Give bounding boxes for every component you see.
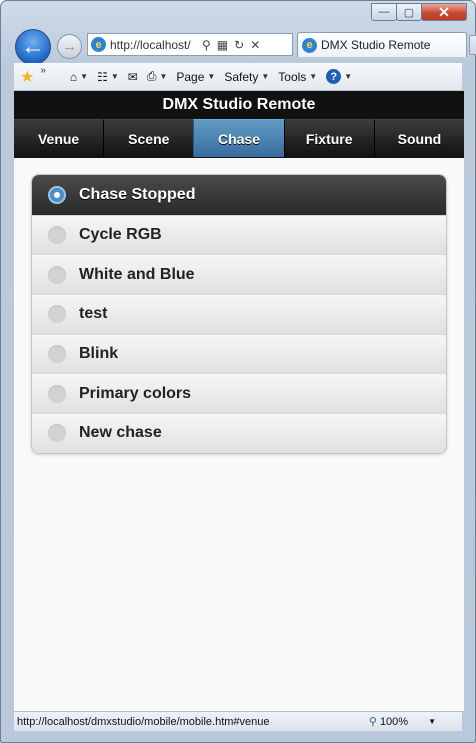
app-title: DMX Studio Remote (14, 91, 464, 119)
command-bar: ★ » ⌂ ▼ ☷ ▼ ✉ ⎙ ▼ Page ▼ Safety ▼ Tools ▼ ? ▼ (14, 63, 462, 91)
nav-tab-scene[interactable]: Scene (103, 119, 194, 157)
mail-icon: ✉ (127, 69, 138, 84)
chase-item-label: Chase Stopped (79, 185, 196, 203)
compatibility-view-icon[interactable]: ▦ (217, 38, 228, 52)
browser-window: — ▢ ✕ ← → e http://localhost/ ⚲ ▦ ↻ ✕ e … (0, 0, 476, 743)
safety-menu-label: Safety (224, 69, 259, 84)
home-button[interactable]: ⌂ ▼ (70, 70, 88, 84)
tools-menu[interactable]: Tools ▼ (278, 70, 317, 84)
new-tab-button[interactable] (469, 35, 476, 55)
zoom-level: 100% (379, 715, 409, 728)
help-dropdown-icon: ▼ (344, 72, 353, 81)
radio-icon[interactable] (48, 424, 66, 443)
maximize-button[interactable]: ▢ (396, 3, 422, 21)
page-dropdown-icon: ▼ (207, 72, 216, 81)
status-bar: http://localhost/dmxstudio/mobile/mobile… (14, 711, 462, 731)
chase-item-label: Cycle RGB (79, 226, 162, 244)
app-navbar: Venue Scene Chase Fixture Sound (14, 119, 464, 158)
navigation-row: ← → e http://localhost/ ⚲ ▦ ↻ ✕ e DMX St… (13, 29, 476, 65)
chase-item-label: New chase (79, 424, 162, 442)
window-controls: — ▢ ✕ (371, 3, 467, 21)
mail-button[interactable]: ✉ (128, 70, 138, 84)
radio-icon[interactable] (48, 305, 66, 324)
forward-arrow-icon: → (62, 38, 77, 55)
refresh-icon[interactable]: ↻ (234, 38, 244, 52)
ie-page-icon: e (91, 37, 106, 52)
search-icon[interactable]: ⚲ (202, 38, 211, 52)
address-text[interactable]: http://localhost/ (110, 38, 196, 52)
favorites-chevron-icon[interactable]: » (40, 65, 46, 76)
radio-icon[interactable] (48, 226, 66, 245)
status-url: http://localhost/dmxstudio/mobile/mobile… (17, 715, 270, 728)
chase-item[interactable]: New chase (32, 413, 446, 453)
feeds-dropdown-icon[interactable]: ▼ (111, 72, 119, 81)
stop-icon[interactable]: ✕ (250, 38, 260, 52)
zoom-magnifier-icon: ⚲ (368, 716, 377, 728)
feeds-button[interactable]: ☷ ▼ (97, 70, 119, 84)
nav-tab-venue[interactable]: Venue (14, 119, 104, 157)
back-button[interactable]: ← (15, 29, 51, 65)
tab-title: DMX Studio Remote (321, 38, 431, 52)
chase-item[interactable]: Cycle RGB (32, 214, 446, 255)
radio-icon[interactable] (48, 265, 66, 284)
tools-menu-label: Tools (278, 69, 307, 84)
home-icon: ⌂ (69, 69, 78, 84)
chase-list: Chase Stopped Cycle RGB White and Blue test… (31, 174, 447, 454)
nav-tab-fixture[interactable]: Fixture (283, 119, 374, 157)
chase-item[interactable]: Chase Stopped (32, 175, 446, 215)
page-menu-label: Page (176, 69, 205, 84)
favorites-star-icon[interactable]: ★ (20, 67, 34, 87)
print-button[interactable]: ⎙ ▼ (147, 69, 168, 84)
radio-icon[interactable] (48, 185, 66, 204)
safety-menu[interactable]: Safety ▼ (224, 70, 269, 84)
chase-item[interactable]: Primary colors (32, 373, 446, 414)
forward-button[interactable]: → (57, 34, 82, 59)
chase-item-label: test (79, 305, 108, 323)
help-icon: ? (326, 69, 342, 84)
chase-item-label: White and Blue (79, 265, 195, 283)
zoom-dropdown-icon[interactable]: ▼ (428, 717, 436, 726)
radio-icon[interactable] (48, 384, 66, 403)
chase-item[interactable]: test (32, 294, 446, 334)
rss-feed-icon: ☷ (97, 69, 108, 84)
nav-tab-sound[interactable]: Sound (373, 119, 464, 157)
print-dropdown-icon[interactable]: ▼ (159, 72, 167, 81)
chase-item-label: Primary colors (79, 384, 192, 402)
safety-dropdown-icon: ▼ (261, 72, 270, 81)
page-menu[interactable]: Page ▼ (176, 70, 215, 84)
back-arrow-icon: ← (21, 33, 45, 60)
minimize-button[interactable]: — (371, 3, 397, 21)
tools-dropdown-icon: ▼ (309, 72, 318, 81)
zoom-control[interactable]: ⚲ 100% ▼ (368, 715, 436, 729)
chase-item[interactable]: Blink (32, 333, 446, 374)
nav-tab-chase[interactable]: Chase (193, 119, 284, 157)
printer-icon: ⎙ (146, 69, 157, 83)
radio-icon[interactable] (48, 345, 66, 364)
page-viewport: DMX Studio Remote Venue Scene Chase Fixture… (14, 91, 464, 711)
home-dropdown-icon[interactable]: ▼ (80, 72, 88, 81)
address-bar[interactable]: e http://localhost/ ⚲ ▦ ↻ ✕ (87, 33, 293, 56)
close-window-button[interactable]: ✕ (421, 3, 467, 21)
chase-item-label: Blink (79, 345, 119, 363)
browser-tab[interactable]: e DMX Studio Remote (297, 32, 467, 57)
tab-page-icon: e (302, 37, 317, 53)
help-menu[interactable]: ? ▼ (326, 69, 352, 84)
chase-item[interactable]: White and Blue (32, 254, 446, 295)
